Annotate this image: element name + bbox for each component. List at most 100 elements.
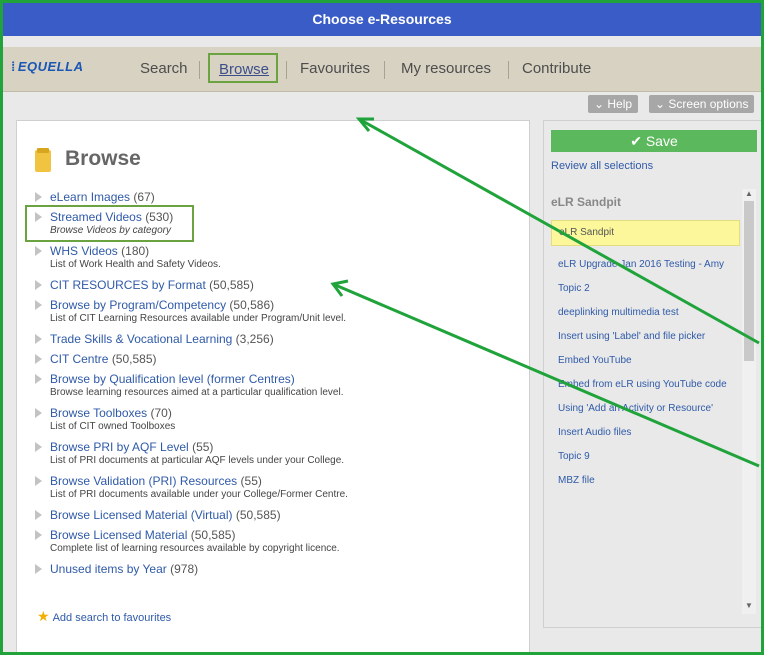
expand-triangle-icon (35, 280, 42, 290)
selection-item[interactable]: Topic 2 (551, 283, 740, 294)
browse-item-title[interactable]: Browse Licensed Material (50, 528, 187, 542)
expand-triangle-icon (35, 476, 42, 486)
browse-item[interactable]: Browse Licensed Material (Virtual) (50,5… (35, 508, 519, 522)
selection-item[interactable]: MBZ file (551, 475, 740, 486)
browse-item[interactable]: CIT Centre (50,585) (35, 352, 519, 366)
help-label: Help (607, 97, 633, 111)
browse-item-description: List of CIT owned Toolboxes (50, 421, 176, 432)
selection-item[interactable]: Insert Audio files (551, 427, 740, 438)
browse-item[interactable]: Browse by Program/Competency (50,586) Lis… (35, 298, 519, 326)
browse-item[interactable]: Browse Toolboxes (70) List of CIT owned T… (35, 406, 519, 434)
logo-dots-icon: ⁞ (11, 59, 16, 74)
add-search-favourites-link[interactable]: ★ Add search to favourites (37, 608, 171, 625)
browse-item-title[interactable]: Browse PRI by AQF Level (50, 440, 189, 454)
screen-options-label: Screen options (668, 97, 749, 111)
screen-options-button[interactable]: ⌄ Screen options (649, 95, 755, 113)
browse-item-count: (55) (192, 440, 214, 454)
selection-item[interactable]: Using 'Add an Activity or Resource' (551, 403, 740, 414)
browse-item[interactable]: Unused items by Year (978) (35, 562, 519, 576)
browse-item-title[interactable]: Unused items by Year (50, 562, 167, 576)
browse-item-title[interactable]: Browse by Qualification level (former Ce… (50, 372, 295, 386)
browse-item-count: (50,585) (190, 528, 236, 542)
save-button[interactable]: ✔ Save (551, 130, 757, 152)
star-icon: ★ (37, 608, 50, 624)
expand-triangle-icon (35, 354, 42, 364)
nav-favourites[interactable]: Favourites (300, 60, 370, 77)
streamed-videos-highlight (25, 205, 194, 242)
selection-item[interactable]: Embed YouTube (551, 355, 740, 366)
browse-item-count: (180) (121, 244, 150, 258)
expand-triangle-icon (35, 246, 42, 256)
browse-item-description: List of Work Health and Safety Videos. (50, 259, 221, 270)
browse-item-title[interactable]: WHS Videos (50, 244, 118, 258)
expand-triangle-icon (35, 564, 42, 574)
folder-icon (35, 148, 51, 172)
browse-item-count: (50,586) (229, 298, 275, 312)
nav-divider (199, 61, 200, 79)
review-selections-link[interactable]: Review all selections (551, 160, 653, 172)
nav-contribute[interactable]: Contribute (522, 60, 591, 77)
browse-item-description: Complete list of learning resources avai… (50, 543, 340, 554)
browse-list: eLearn Images (67) Streamed Videos (530) B… (35, 190, 519, 582)
lms-window: Choose e-Resources ⁞ EQUELLA Search Brows… (0, 0, 764, 655)
browse-item-description: Browse learning resources aimed at a par… (50, 387, 344, 398)
page-title: Browse (35, 147, 141, 172)
selection-title: eLR Sandpit (551, 195, 622, 209)
scroll-down-icon[interactable]: ▼ (745, 601, 753, 610)
browse-item-title[interactable]: Browse Validation (PRI) Resources (50, 474, 237, 488)
scrollbar-thumb[interactable] (744, 201, 754, 361)
nav-browse-label: Browse (219, 61, 270, 78)
top-navigation: ⁞ EQUELLA Search Browse Favourites My res… (3, 47, 761, 92)
expand-triangle-icon (35, 374, 42, 384)
help-button[interactable]: ⌄ Help (588, 95, 639, 113)
nav-divider (508, 61, 509, 79)
browse-item-title[interactable]: Browse Licensed Material (Virtual) (50, 508, 233, 522)
selection-item[interactable]: Insert using 'Label' and file picker (551, 331, 740, 342)
browse-item-count: (50,585) (235, 508, 281, 522)
browse-item[interactable]: Browse Validation (PRI) Resources (55) Li… (35, 474, 519, 502)
nav-browse[interactable]: Browse (208, 53, 278, 83)
browse-item-description: List of CIT Learning Resources available… (50, 313, 347, 324)
expand-triangle-icon (35, 408, 42, 418)
browse-item[interactable]: Browse Licensed Material (50,585) Complet… (35, 528, 519, 556)
browse-item-count: (50,585) (111, 352, 157, 366)
browse-item-count: (70) (150, 406, 172, 420)
window-title: Choose e-Resources (3, 3, 761, 36)
equella-logo[interactable]: ⁞ EQUELLA (11, 59, 83, 74)
expand-triangle-icon (35, 530, 42, 540)
add-favourite-label: Add search to favourites (52, 612, 172, 624)
expand-triangle-icon (35, 192, 42, 202)
browse-item-title[interactable]: Trade Skills & Vocational Learning (50, 332, 232, 346)
browse-item[interactable]: Browse by Qualification level (former Ce… (35, 372, 519, 400)
nav-my-resources[interactable]: My resources (401, 60, 491, 77)
selection-panel: ✔ Save Review all selections eLR Sandpit… (543, 120, 761, 628)
browse-item-count: (978) (170, 562, 199, 576)
expand-triangle-icon (35, 442, 42, 452)
browse-item-description: List of PRI documents at particular AQF … (50, 455, 345, 466)
save-label: Save (645, 133, 678, 149)
browse-item[interactable]: Browse PRI by AQF Level (55) List of PRI … (35, 440, 519, 468)
browse-item-title[interactable]: eLearn Images (50, 190, 130, 204)
browse-item-description: List of PRI documents available under yo… (50, 489, 348, 500)
selection-item[interactable]: deeplinking multimedia test (551, 307, 740, 318)
selection-item[interactable]: Topic 9 (551, 451, 740, 462)
browse-item[interactable]: Trade Skills & Vocational Learning (3,25… (35, 332, 519, 346)
browse-item-title[interactable]: CIT RESOURCES by Format (50, 278, 206, 292)
selection-item[interactable]: eLR Upgrade Jan 2016 Testing - Amy (551, 259, 740, 270)
selection-item[interactable]: Embed from eLR using YouTube code (551, 379, 740, 390)
browse-item[interactable]: WHS Videos (180) List of Work Health and … (35, 244, 519, 272)
browse-item[interactable]: CIT RESOURCES by Format (50,585) (35, 278, 519, 292)
selection-item[interactable]: eLR Sandpit (551, 220, 740, 246)
browse-item-title[interactable]: Browse by Program/Competency (50, 298, 226, 312)
browse-item-count: (55) (240, 474, 262, 488)
scroll-up-icon[interactable]: ▲ (745, 189, 753, 198)
expand-triangle-icon (35, 510, 42, 520)
browse-item-count: (67) (133, 190, 155, 204)
browse-heading-text: Browse (65, 147, 141, 170)
selection-scrollbar[interactable]: ▲ ▼ (742, 189, 756, 614)
browse-item-title[interactable]: Browse Toolboxes (50, 406, 147, 420)
browse-item[interactable]: eLearn Images (67) (35, 190, 519, 204)
browse-item-title[interactable]: CIT Centre (50, 352, 108, 366)
nav-search[interactable]: Search (140, 60, 188, 77)
nav-divider (286, 61, 287, 79)
